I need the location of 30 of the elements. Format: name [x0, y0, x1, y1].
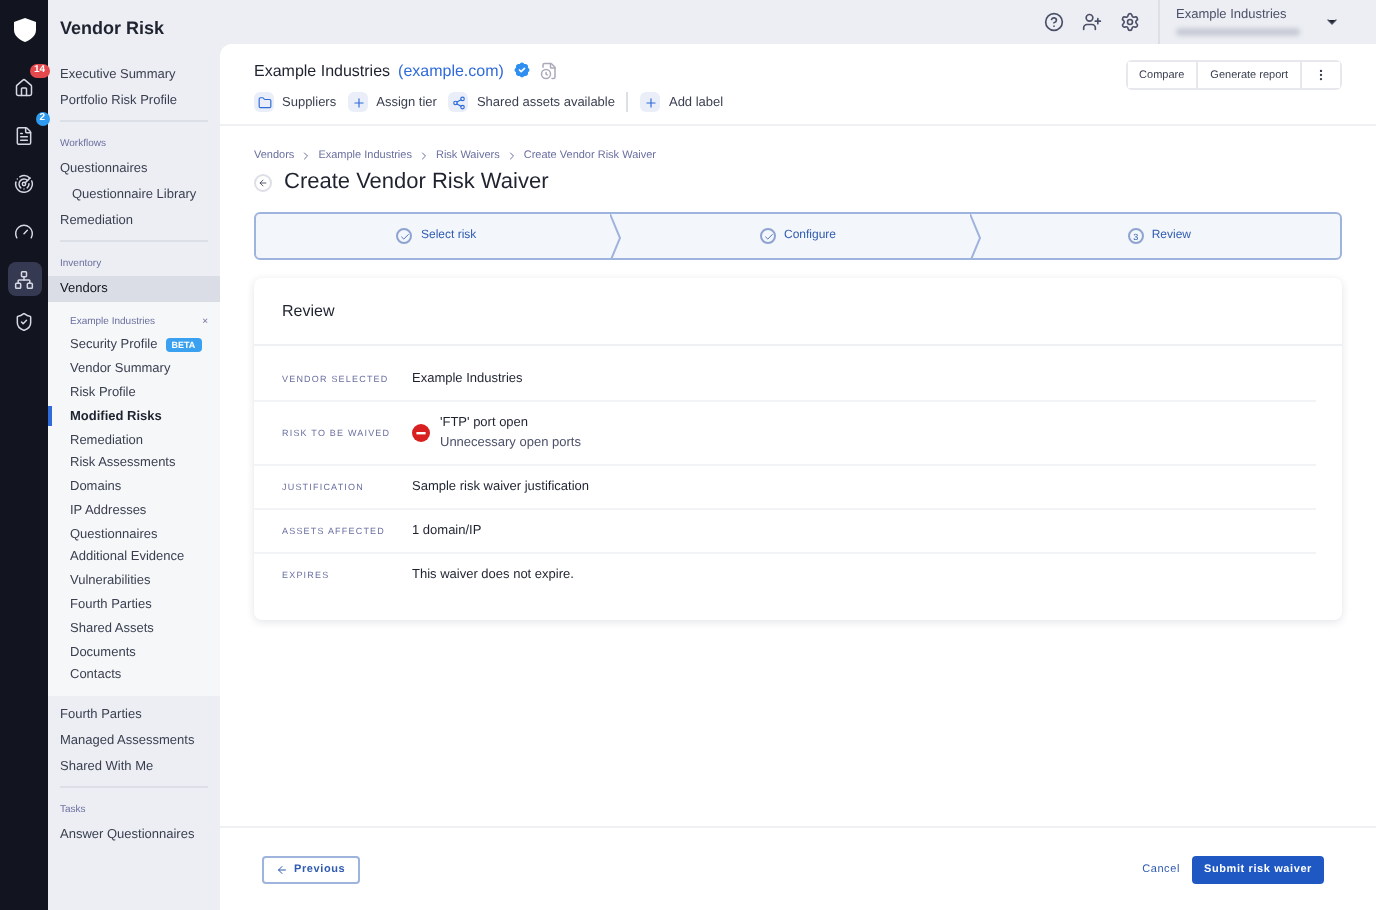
arrow-left-icon: [258, 177, 268, 187]
radar-icon: [14, 173, 34, 193]
app-title: Vendor Risk: [58, 16, 167, 42]
card-title: Review: [254, 278, 1342, 346]
domain-link[interactable]: (example.com): [398, 61, 504, 79]
gauge-icon: [14, 221, 34, 241]
arrow-left-icon: [276, 863, 288, 875]
plus-icon: [348, 92, 369, 112]
home-icon: [14, 77, 34, 97]
settings-icon[interactable]: [1120, 12, 1140, 32]
shield-icon: [14, 311, 34, 331]
share-icon: [448, 92, 469, 112]
rail-button[interactable]: [7, 262, 41, 296]
logo-icon: [13, 18, 35, 42]
chevron-icon: [300, 150, 313, 162]
folder-icon: [254, 92, 274, 112]
caret-icon: [1324, 14, 1340, 30]
help-icon[interactable]: [1044, 12, 1064, 32]
chevron-icon: [505, 150, 518, 162]
more-icon: [1314, 68, 1328, 82]
vendor-name: Example Industries: [254, 61, 391, 79]
network-icon: [14, 269, 34, 289]
page-title: Create Vendor Risk Waiver: [284, 170, 549, 194]
check-icon: [760, 228, 776, 244]
plus-icon: [640, 92, 661, 112]
severity-icon: [412, 424, 430, 442]
chevron-icon: [417, 150, 430, 162]
check-icon: [396, 228, 413, 244]
doc-icon: [14, 125, 34, 145]
user-plus-icon[interactable]: [1082, 12, 1102, 32]
